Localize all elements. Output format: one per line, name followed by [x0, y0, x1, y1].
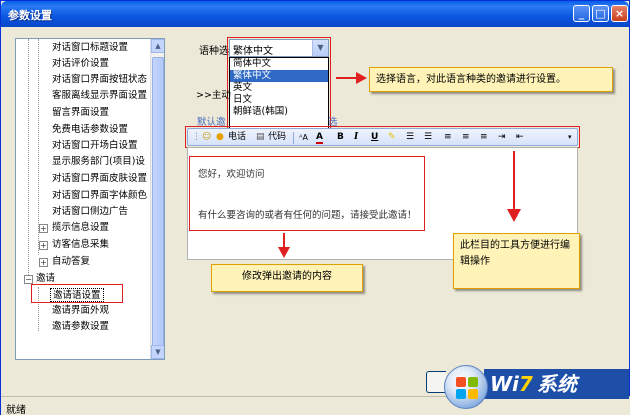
- scroll-thumb[interactable]: [152, 57, 164, 347]
- tree-item[interactable]: 对话窗口界面皮肤设置: [52, 172, 147, 186]
- breadcrumb: >>主动: [196, 90, 231, 101]
- tree-item-group[interactable]: 访客信息采集: [52, 238, 109, 252]
- collapse-icon[interactable]: −: [24, 275, 33, 284]
- arrow-down-icon: [507, 151, 521, 222]
- tree-guide-line: [38, 39, 39, 255]
- minimize-button[interactable]: _: [573, 5, 590, 22]
- dialog-button[interactable]: [426, 371, 446, 393]
- expand-icon[interactable]: +: [39, 241, 48, 250]
- tree-item[interactable]: 对话窗口开场白设置: [52, 139, 138, 153]
- tree-item-group[interactable]: 自动答复: [52, 255, 90, 269]
- tree-item[interactable]: 对话窗口界面字体颜色: [52, 189, 147, 203]
- maximize-button[interactable]: □: [592, 5, 609, 22]
- toolbar-callout: 此栏目的工具方便进行编辑操作: [453, 233, 580, 289]
- tree-item[interactable]: 对话窗口侧边广告: [52, 205, 128, 219]
- logo-text-suffix: 系统: [536, 372, 577, 396]
- win7-logo: Wi7 系统: [444, 361, 630, 413]
- tree-guide-line: [28, 39, 29, 275]
- arrow-down-icon: [278, 233, 290, 258]
- logo-text-seven: 7: [518, 372, 533, 396]
- tree-item[interactable]: 邀请参数设置: [52, 320, 109, 334]
- tree-item[interactable]: 对话评价设置: [52, 57, 109, 71]
- highlight-box: [227, 37, 331, 132]
- logo-text-prefix: Wi: [490, 372, 519, 396]
- language-callout: 选择语言，对此语言种类的邀请进行设置。: [369, 67, 613, 92]
- window-title: 参数设置: [8, 9, 52, 22]
- sidebar-scrollbar[interactable]: ▲ ▼: [150, 39, 164, 359]
- content-callout: 修改弹出邀请的内容: [211, 264, 363, 292]
- settings-window: 参数设置 _ □ × 对话窗口标题设置 对话评价设置 对话窗口界面按钮状态 客服…: [0, 0, 630, 415]
- expand-icon[interactable]: +: [39, 224, 48, 233]
- tree-item[interactable]: 留言界面设置: [52, 106, 109, 120]
- status-text: 就绪: [6, 405, 26, 415]
- highlight-box: [185, 126, 580, 148]
- logo-text: Wi7 系统: [484, 369, 629, 399]
- settings-tree[interactable]: 对话窗口标题设置 对话评价设置 对话窗口界面按钮状态 客服离线显示界面设置 留言…: [15, 38, 165, 360]
- highlight-box: [189, 156, 425, 231]
- tree-item[interactable]: 对话窗口标题设置: [52, 41, 128, 55]
- windows-logo-icon: [444, 365, 488, 409]
- highlight-box: [31, 284, 123, 303]
- tree-item[interactable]: 免费电话参数设置: [52, 123, 128, 137]
- tree-item[interactable]: 对话窗口界面按钮状态: [52, 73, 147, 87]
- arrow-right-icon: [336, 72, 367, 84]
- close-button[interactable]: ×: [611, 5, 628, 22]
- title-bar[interactable]: 参数设置 _ □ ×: [1, 1, 629, 27]
- tree-item[interactable]: 邀请界面外观: [52, 304, 109, 318]
- scroll-down-icon[interactable]: ▼: [151, 345, 164, 359]
- scroll-up-icon[interactable]: ▲: [151, 39, 164, 53]
- tree-item-group[interactable]: 揽示信息设置: [52, 221, 109, 235]
- tree-item[interactable]: 显示服务部门(项目)设: [52, 155, 145, 169]
- tree-item[interactable]: 客服离线显示界面设置: [52, 89, 147, 103]
- expand-icon[interactable]: +: [39, 258, 48, 267]
